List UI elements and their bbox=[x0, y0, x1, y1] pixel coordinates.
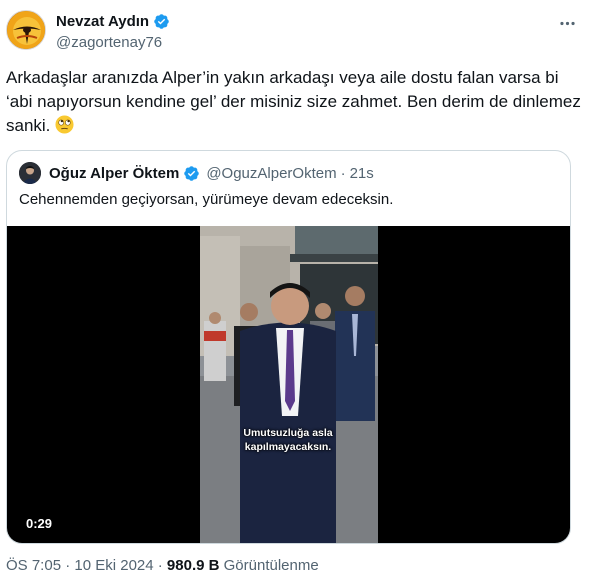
quoted-separator: · bbox=[340, 164, 346, 182]
subtitle-line-2: kapılmayacaksın. bbox=[244, 441, 332, 453]
tweet: Nevzat Aydın @zagortenay76 Arkadaşlar ar… bbox=[0, 0, 591, 570]
quoted-author-avatar[interactable] bbox=[19, 162, 41, 184]
quoted-tweet-text: Cehennemden geçiyorsan, yürümeye devam e… bbox=[19, 191, 394, 208]
views-label: Görüntülenme bbox=[219, 557, 319, 570]
video-subtitle: Umutsuzluğa asla kapılmayacaksın. bbox=[228, 426, 348, 454]
more-dots-icon[interactable] bbox=[555, 11, 579, 35]
author-handle[interactable]: @zagortenay76 bbox=[56, 34, 170, 51]
display-name-row: Nevzat Aydın bbox=[56, 11, 170, 31]
video-thumbnail-image bbox=[200, 226, 378, 543]
author-avatar[interactable] bbox=[6, 10, 46, 50]
quoted-timestamp[interactable]: 21s bbox=[350, 165, 374, 182]
tweet-text-body: Arkadaşlar aranızda Alper’in yakın arkad… bbox=[6, 68, 581, 135]
quoted-tweet-header: Oğuz Alper Öktem @OguzAlperOktem · 21s bbox=[19, 162, 374, 184]
views-count: 980,9 B bbox=[166, 557, 220, 570]
quoted-tweet[interactable]: Oğuz Alper Öktem @OguzAlperOktem · 21s C… bbox=[6, 150, 571, 544]
author-names: Nevzat Aydın @zagortenay76 bbox=[56, 11, 170, 51]
tweet-text: Arkadaşlar aranızda Alper’in yakın arkad… bbox=[6, 66, 581, 138]
video-player[interactable]: Umutsuzluğa asla kapılmayacaksın. 0:29 bbox=[7, 226, 570, 543]
rolling-eyes-emoji-icon bbox=[55, 115, 74, 134]
tweet-meta: ÖS 7:05 · 10 Eki 2024 · 980,9 B Görüntül… bbox=[6, 557, 319, 570]
avatar-image bbox=[7, 11, 45, 49]
video-frame bbox=[200, 226, 378, 543]
tweet-timestamp[interactable]: ÖS 7:05 · 10 Eki 2024 · bbox=[6, 557, 167, 570]
quoted-display-name[interactable]: Oğuz Alper Öktem bbox=[49, 165, 179, 182]
quoted-verified-badge-icon[interactable] bbox=[183, 165, 200, 182]
subtitle-line-1: Umutsuzluğa asla bbox=[243, 427, 333, 439]
quoted-handle[interactable]: @OguzAlperOktem bbox=[206, 165, 336, 182]
verified-badge-icon[interactable] bbox=[153, 13, 170, 30]
video-duration-badge: 0:29 bbox=[21, 515, 58, 532]
tweet-header: Nevzat Aydın @zagortenay76 bbox=[6, 8, 585, 56]
author-display-name[interactable]: Nevzat Aydın bbox=[56, 13, 149, 30]
